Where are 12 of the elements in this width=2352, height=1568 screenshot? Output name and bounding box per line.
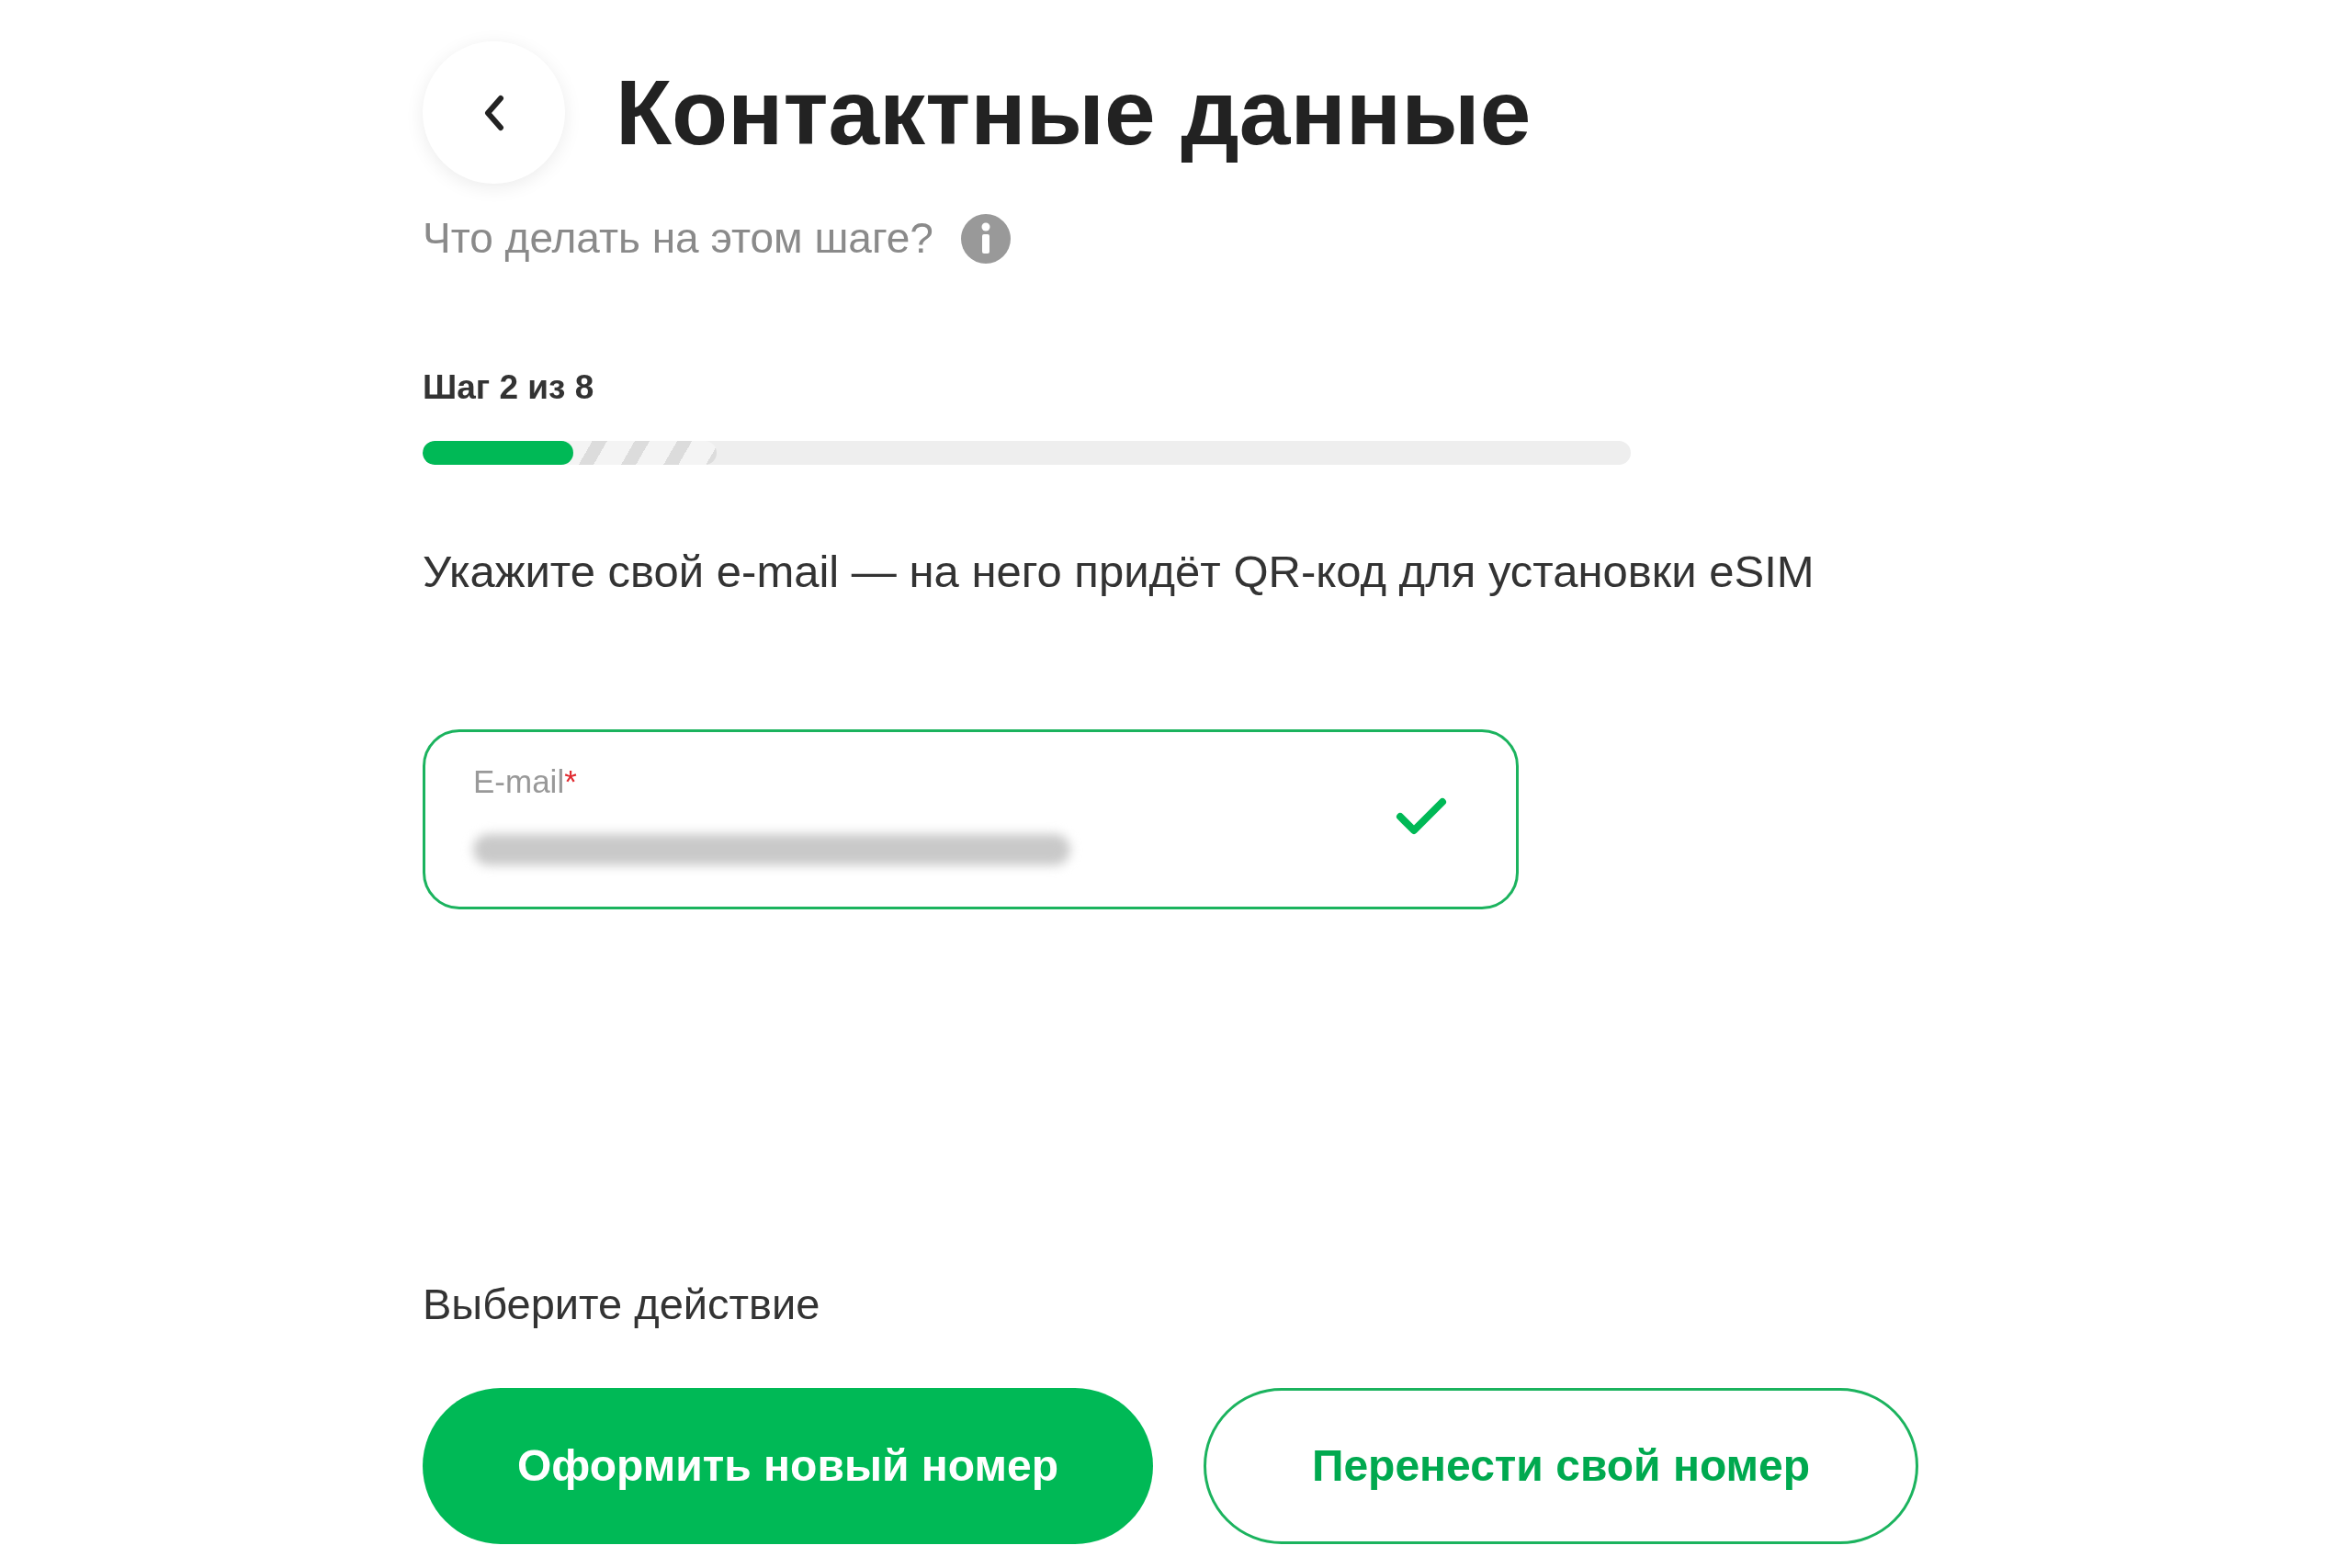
help-question[interactable]: Что делать на этом шаге?: [423, 207, 933, 270]
check-icon: [1396, 796, 1447, 837]
field-label: E-mail: [473, 763, 565, 799]
transfer-number-button[interactable]: Перенести свой номер: [1204, 1387, 1918, 1544]
page-title: Контактные данные: [616, 60, 1532, 165]
email-field[interactable]: E-mail*: [423, 729, 1519, 909]
info-icon[interactable]: [960, 213, 1011, 264]
instruction-text: Укажите свой e-mail — на него придёт QR-код для установки eSIM: [423, 545, 1815, 598]
step-label: Шаг 2 из 8: [423, 367, 595, 408]
required-mark: *: [564, 763, 577, 799]
new-number-button[interactable]: Оформить новый номер: [423, 1387, 1153, 1544]
actions-heading: Выберите действие: [423, 1279, 821, 1330]
